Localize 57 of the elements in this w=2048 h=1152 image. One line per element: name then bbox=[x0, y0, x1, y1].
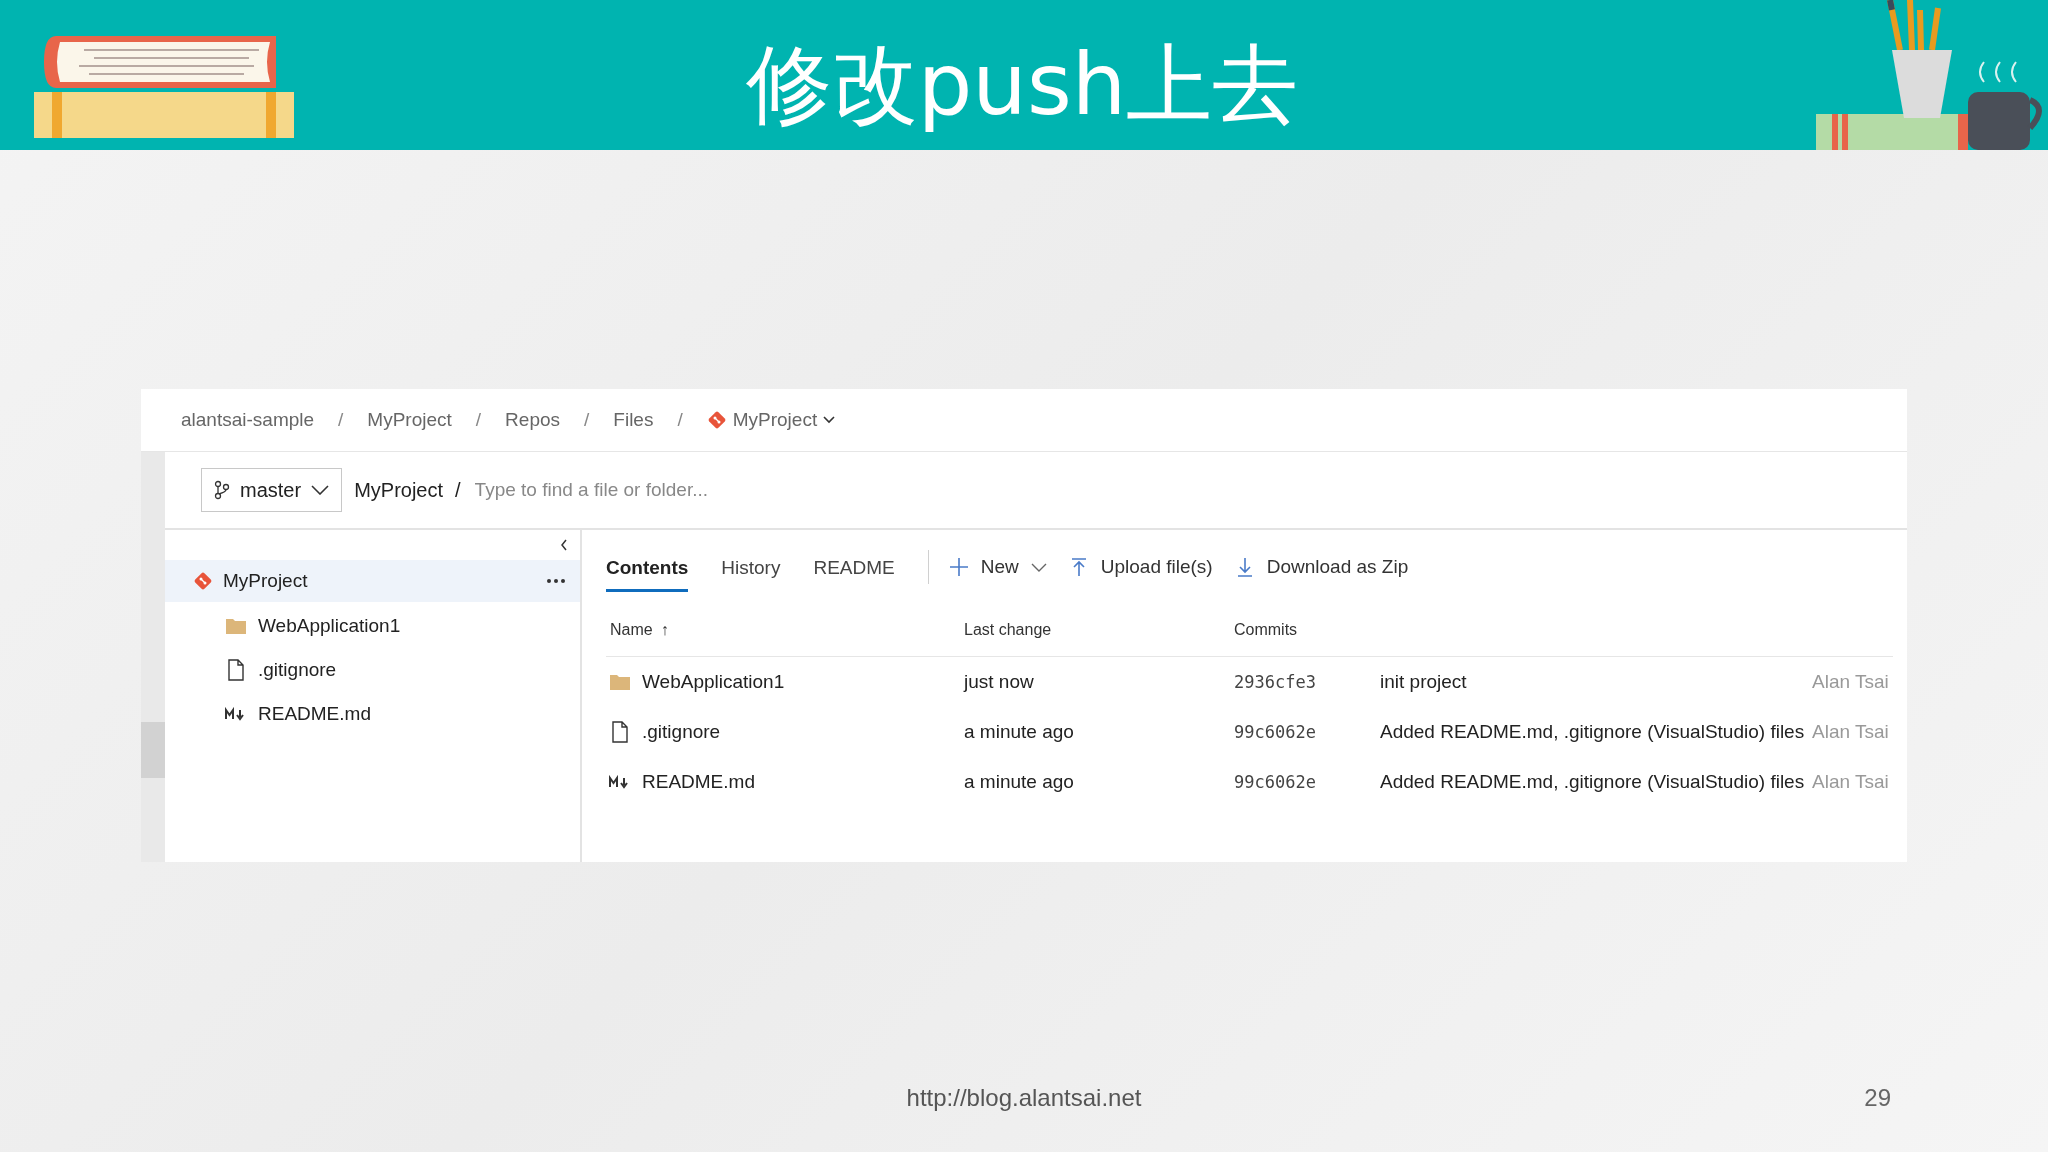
markdown-icon bbox=[225, 707, 247, 721]
table-cell-text: just now bbox=[962, 671, 1035, 693]
breadcrumb-separator: / bbox=[677, 409, 683, 431]
file-icon bbox=[227, 659, 245, 681]
toolbar-button[interactable]: Download as Zip bbox=[1234, 556, 1409, 578]
branch-icon bbox=[214, 480, 230, 500]
commit-id[interactable]: 99c6062e bbox=[1230, 722, 1376, 742]
table-cell-text: a minute ago bbox=[963, 721, 1075, 743]
commit-message: Added README.md, .gitignore (VisualStudio) files bbox=[1380, 721, 1806, 743]
plus-icon bbox=[948, 557, 969, 577]
commit-id[interactable]: 99c6062e bbox=[1230, 772, 1376, 792]
column-header[interactable]: Last change bbox=[960, 621, 1230, 639]
file-icon bbox=[611, 721, 629, 743]
column-header[interactable]: Name ↑ bbox=[606, 621, 960, 639]
tree-item[interactable]: .gitignore bbox=[165, 648, 580, 692]
slide-title: 修改push上去 bbox=[744, 33, 1300, 136]
markdown-icon bbox=[609, 775, 631, 789]
breadcrumb-separator: / bbox=[475, 409, 482, 431]
tree-item[interactable]: README.md bbox=[165, 692, 580, 736]
file-link[interactable]: .gitignore bbox=[606, 721, 960, 743]
table-cell-text: a minute ago bbox=[963, 771, 1075, 793]
commit-message: Added README.md, .gitignore (VisualStudio) files bbox=[1380, 771, 1806, 793]
tree-item[interactable]: WebApplication1 bbox=[165, 604, 580, 648]
breadcrumb-separator: / bbox=[584, 409, 590, 431]
folder-icon bbox=[225, 617, 247, 635]
path-root[interactable]: MyProject bbox=[354, 478, 444, 502]
page-number: 29 bbox=[1864, 1084, 1891, 1112]
breadcrumb-link[interactable]: alantsai-sample bbox=[181, 409, 315, 431]
file-link[interactable]: README.md bbox=[606, 771, 960, 793]
breadcrumb-separator: / bbox=[338, 409, 344, 431]
chevron-down-icon bbox=[311, 485, 330, 495]
tab[interactable]: README bbox=[813, 542, 895, 592]
author-name: Alan Tsai bbox=[1812, 721, 1890, 743]
chevron-down-icon bbox=[823, 416, 836, 424]
author-name: Alan Tsai bbox=[1812, 671, 1890, 693]
breadcrumb-link[interactable]: Files bbox=[613, 409, 654, 431]
commit-message: init project bbox=[1380, 671, 1468, 693]
column-header[interactable]: Commits bbox=[1230, 621, 1376, 639]
collapse-chevron-icon bbox=[560, 539, 568, 551]
author-name: Alan Tsai bbox=[1812, 771, 1890, 793]
scroll-thumb bbox=[141, 722, 165, 778]
branch-dropdown[interactable]: master bbox=[201, 468, 343, 512]
file-link[interactable]: WebApplication1 bbox=[606, 671, 960, 693]
chevron-down-icon bbox=[1030, 562, 1047, 572]
more-icon bbox=[546, 578, 566, 584]
tab[interactable]: Contents bbox=[606, 542, 689, 592]
toolbar-button[interactable]: Upload file(s) bbox=[1068, 556, 1213, 578]
toolbar-button[interactable]: New bbox=[948, 556, 1047, 578]
tab[interactable]: History bbox=[721, 542, 781, 592]
path-separator: / bbox=[455, 478, 461, 502]
folder-icon bbox=[609, 673, 631, 691]
breadcrumb-link[interactable]: MyProject bbox=[706, 409, 836, 431]
tree-item[interactable]: MyProject bbox=[165, 560, 580, 602]
breadcrumb-link[interactable]: Repos bbox=[505, 409, 561, 431]
commit-id[interactable]: 2936cfe3 bbox=[1230, 672, 1376, 692]
footer-url: http://blog.alantsai.net bbox=[906, 1083, 1142, 1112]
breadcrumb-link[interactable]: MyProject bbox=[367, 409, 452, 431]
